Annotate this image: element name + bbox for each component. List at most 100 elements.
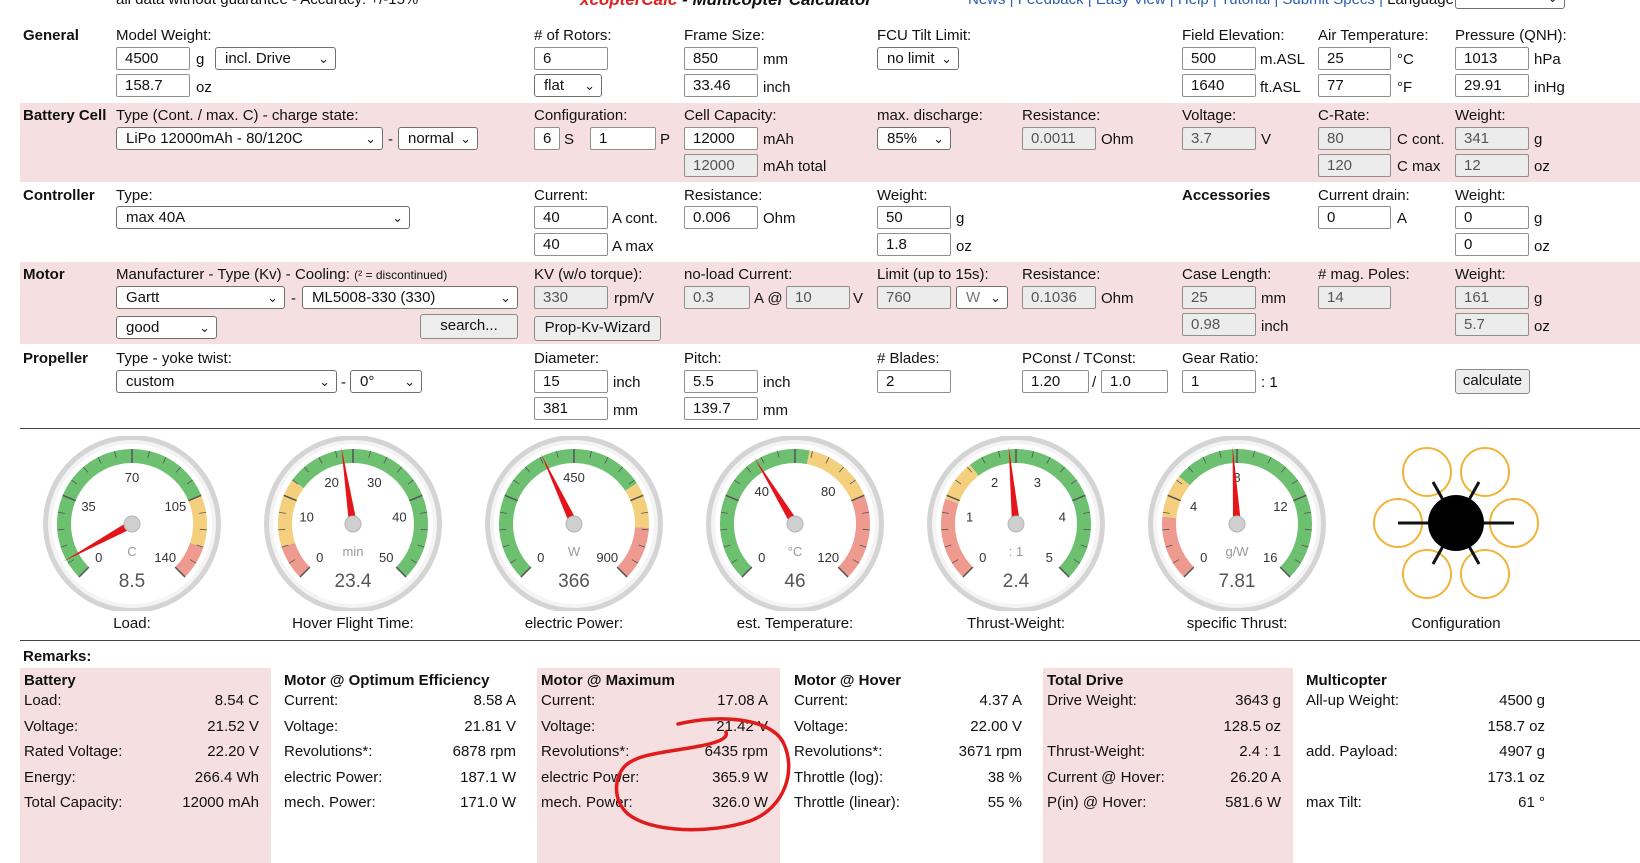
controller-type-select[interactable]: max 40A ⌄ [116,206,410,229]
unit-mah: mAh [763,131,794,148]
nav-easy-view[interactable]: Easy View [1096,0,1166,8]
controller-cur-cont-input[interactable]: 40 [534,206,608,229]
model-weight-oz-input[interactable]: 158.7 [116,74,190,97]
gauge-tick-label: 1 [966,510,973,525]
frame-mm-input[interactable]: 850 [684,47,758,70]
diameter-mm-input[interactable]: 381 [534,397,608,420]
gauge-hub [1007,515,1025,533]
motor-manufacturer-select[interactable]: Gartt ⌄ [116,286,285,309]
calculate-button[interactable]: calculate [1455,369,1530,394]
max-discharge-select[interactable]: 85% ⌄ [877,127,951,150]
remarks-row-value: 3643 g [1235,692,1281,709]
remarks-row-label: Voltage: [284,717,339,735]
gauge-tick [420,528,428,531]
nav-news[interactable]: News [968,0,1006,8]
rotor-layout-select[interactable]: flat ⌄ [534,74,602,97]
crate-label: C-Rate: [1318,107,1370,124]
remarks-column: Motor @ Optimum Efficiency Current: 8.58 A… [280,668,528,863]
capacity-input[interactable]: 12000 [684,127,758,150]
case-length-label: Case Length: [1182,266,1272,283]
remarks-row: Drive Weight: 3643 g [1043,692,1293,717]
remarks-row-value: 61 ° [1518,794,1545,811]
weight-mode-select[interactable]: incl. Drive ⌄ [215,47,336,70]
cells-s-input[interactable]: 6 [534,127,560,150]
controller-cur-max-input[interactable]: 40 [534,233,608,256]
elevation-m-input[interactable]: 500 [1182,47,1256,70]
battery-type-select[interactable]: LiPo 12000mAh - 80/120C ⌄ [116,127,383,150]
prop-type-select[interactable]: custom ⌄ [116,370,337,393]
section-accessories: Accessories [1182,187,1271,204]
chevron-down-icon: ⌄ [319,374,330,389]
model-weight-g-input[interactable]: 4500 [116,47,190,70]
unit-mm: mm [763,51,788,68]
cooling-select[interactable]: good ⌄ [116,316,217,339]
pitch-mm-input[interactable]: 139.7 [684,397,758,420]
gauge-unit: W [568,544,581,559]
unit-mah-total: mAh total [763,158,827,175]
limit-unit-select[interactable]: W ⌄ [956,286,1008,309]
unit-mm: mm [763,402,788,419]
controller-res-input[interactable]: 0.006 [684,206,758,229]
controller-type-label: Type: [116,187,153,204]
current-drain-input[interactable]: 0 [1318,206,1391,229]
section-controller: Controller [23,187,95,204]
limit-value: 760 [877,286,951,309]
unit-g: g [1534,290,1543,307]
controller-weight-oz-input[interactable]: 1.8 [877,233,951,256]
nav-submit-specs[interactable]: Submit Specs [1282,0,1375,8]
unit-hpa: hPa [1534,51,1561,68]
disclaimer: all data without guarantee - Accuracy: +… [116,0,418,8]
acc-weight-g-input[interactable]: 0 [1455,206,1529,229]
frame-inch-input[interactable]: 33.46 [684,74,758,97]
diameter-label: Diameter: [534,350,600,367]
yoke-twist-select[interactable]: 0° ⌄ [350,370,422,393]
remarks-row: Energy: 266.4 Wh [20,769,271,794]
language-select[interactable]: ⌄ [1455,0,1565,9]
battery-weight-label: Weight: [1455,107,1506,124]
air-temp-c-input[interactable]: 25 [1318,47,1391,70]
nav-feedback[interactable]: Feedback [1018,0,1084,8]
fcu-select[interactable]: no limit ⌄ [877,47,959,70]
motor-weight-oz-value: 5.7 [1455,313,1529,336]
remarks-row: Current: 4.37 A [790,692,1034,717]
pconst-input[interactable]: 1.20 [1022,370,1089,393]
rotors-input[interactable]: 6 [534,47,608,70]
charge-state-select[interactable]: normal ⌄ [398,127,478,150]
nav-help[interactable]: Help [1178,0,1209,8]
prop-kv-wizard-button[interactable]: Prop-Kv-Wizard [534,316,661,341]
elevation-ft-input[interactable]: 1640 [1182,74,1256,97]
controller-weight-label: Weight: [877,187,928,204]
acc-weight-oz-input[interactable]: 0 [1455,233,1529,256]
pressure-hpa-input[interactable]: 1013 [1455,47,1529,70]
pressure-inhg-input[interactable]: 29.91 [1455,74,1529,97]
remarks-row-label: Energy: [24,768,76,786]
nav-tutorial[interactable]: Tutorial [1221,0,1270,8]
chevron-down-icon: ⌄ [365,131,376,146]
blades-input[interactable]: 2 [877,370,951,393]
unit-a: A [1397,210,1408,227]
pitch-inch-input[interactable]: 5.5 [684,370,758,393]
chevron-down-icon: ⌄ [990,290,1001,305]
gear-ratio-label: Gear Ratio: [1182,350,1259,367]
rotor-circle [1460,447,1510,497]
tconst-input[interactable]: 1.0 [1101,370,1168,393]
gear-ratio-input[interactable]: 1 [1182,370,1256,393]
motor-type-label-text: Manufacturer - Type (Kv) - Cooling: [116,266,350,283]
thrust-weight-gauge: 0 1 2 3 4 5: 1 2.4 [927,436,1105,611]
diameter-inch-input[interactable]: 15 [534,370,608,393]
air-temp-f-input[interactable]: 77 [1318,74,1391,97]
unit-mm: mm [613,402,638,419]
noload-at: A @ [754,290,783,307]
unit-c: °C [1397,51,1414,68]
controller-type-value: max 40A [126,209,186,226]
top-nav: News | Feedback | Easy View | Help | Tut… [968,0,1458,8]
cells-p-input[interactable]: 1 [590,127,656,150]
unit-masl: m.ASL [1260,51,1306,68]
controller-weight-g-input[interactable]: 50 [877,206,951,229]
limit-label: Limit (up to 15s): [877,266,989,283]
search-button[interactable]: search... [420,314,518,339]
dash: - [291,290,296,307]
blades-label: # Blades: [877,350,940,367]
motor-model-select[interactable]: ML5008-330 (330) ⌄ [302,286,518,309]
pressure-label: Pressure (QNH): [1455,27,1567,44]
